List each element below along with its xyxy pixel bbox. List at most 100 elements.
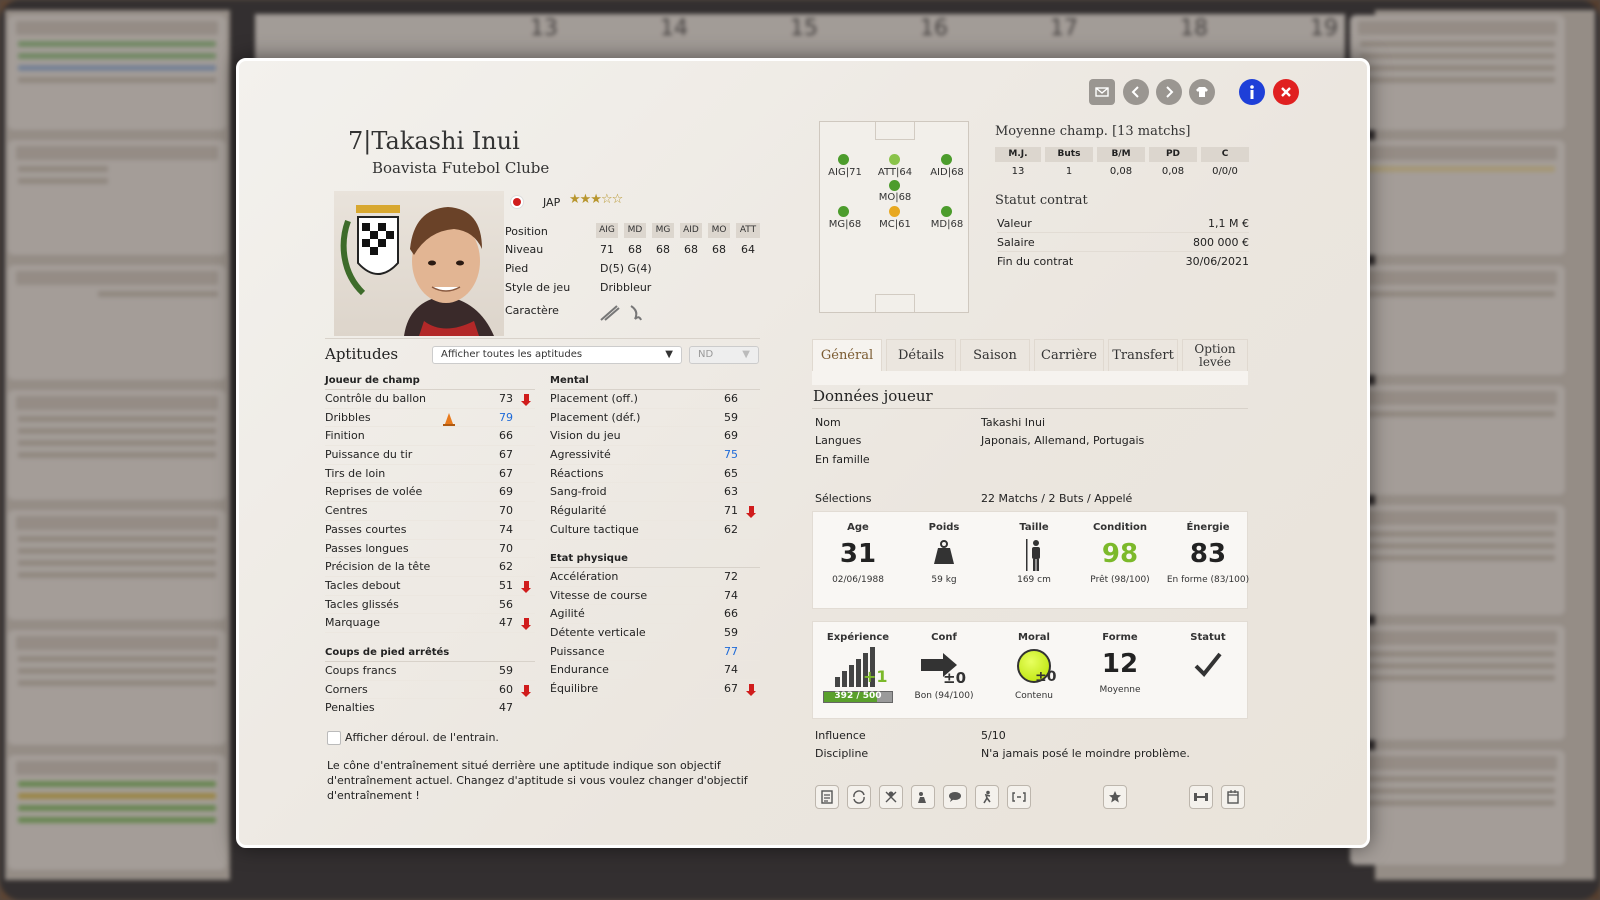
scout-button[interactable] — [975, 785, 999, 809]
attribute-row[interactable]: Endurance 74 — [550, 661, 760, 681]
close-button[interactable] — [1273, 79, 1299, 105]
position-label: MD|68 — [930, 219, 964, 230]
style-label: Style de jeu — [505, 281, 571, 294]
favorite-button[interactable] — [1103, 785, 1127, 809]
set-pieces-title: Coups de pied arrêtés — [325, 643, 535, 662]
form-text: Moyenne — [1099, 685, 1141, 695]
league-avg-value: 1 — [1065, 166, 1073, 177]
attribute-row[interactable]: Tacles glissés 56 — [325, 596, 535, 615]
attribute-value: 79 — [499, 410, 513, 424]
position-dot[interactable] — [889, 180, 900, 191]
player-number: 7| — [348, 127, 372, 155]
attribute-row[interactable]: Dribbles 79 — [325, 409, 535, 428]
attribute-row[interactable]: Corners 60 — [325, 681, 535, 700]
contract-key: Fin du contrat — [997, 255, 1074, 268]
contract-row: Salaire 800 000 € — [997, 234, 1249, 252]
info-button[interactable] — [1239, 79, 1265, 105]
form-value: 12 — [1101, 649, 1139, 679]
attribute-value: 75 — [724, 448, 738, 462]
training-button[interactable] — [911, 785, 935, 809]
position-dot[interactable] — [941, 154, 952, 165]
attribute-row[interactable]: Placement (déf.) 59 — [550, 409, 760, 428]
attribute-row[interactable]: Accélération 72 — [550, 568, 760, 587]
attribute-row[interactable]: Réactions 65 — [550, 465, 760, 484]
attribute-row[interactable]: Agressivité 75 — [550, 446, 760, 465]
position-dot[interactable] — [941, 206, 952, 217]
tab-career[interactable]: Carrière — [1034, 339, 1104, 371]
attribute-row[interactable]: Vision du jeu 69 — [550, 427, 760, 447]
aptitudes-filter-select[interactable]: Afficher toutes les aptitudes ▼ — [432, 346, 682, 364]
release-button[interactable] — [879, 785, 903, 809]
tab-general[interactable]: Général — [812, 339, 882, 371]
attribute-row[interactable]: Puissance du tir 67 — [325, 446, 535, 465]
contract-value: 30/06/2021 — [1185, 255, 1249, 268]
tab-details[interactable]: Détails — [886, 339, 956, 371]
attribute-row[interactable]: Précision de la tête 62 — [325, 558, 535, 577]
nd-value: ND — [698, 349, 714, 360]
name-key: Nom — [815, 416, 841, 429]
shirt-button[interactable] — [1189, 79, 1215, 105]
talk-button[interactable] — [943, 785, 967, 809]
calendar-button[interactable] — [1221, 785, 1245, 809]
training-progress-checkbox[interactable] — [327, 731, 341, 745]
position-dot[interactable] — [889, 206, 900, 217]
shirt-icon — [1196, 87, 1208, 97]
position-label: MC|61 — [879, 219, 911, 230]
position-dot[interactable] — [838, 154, 849, 165]
attribute-row[interactable]: Finition 66 — [325, 427, 535, 447]
attribute-value: 67 — [499, 448, 513, 462]
attribute-row[interactable]: Coups francs 59 — [325, 662, 535, 681]
attribute-value: 74 — [724, 588, 738, 602]
languages-key: Langues — [815, 434, 862, 447]
tab-season[interactable]: Saison — [960, 339, 1030, 371]
mail-button[interactable] — [1089, 79, 1115, 105]
attribute-row[interactable]: Tirs de loin 67 — [325, 465, 535, 484]
attribute-row[interactable]: Puissance 77 — [550, 643, 760, 662]
tab-option[interactable]: Option levée — [1182, 339, 1248, 371]
attribute-row[interactable]: Centres 70 — [325, 502, 535, 521]
attribute-row[interactable]: Marquage 47 — [325, 614, 535, 633]
attribute-row[interactable]: Détente verticale 59 — [550, 624, 760, 643]
fitness-button[interactable] — [1189, 785, 1213, 809]
attribute-row[interactable]: Sang-froid 63 — [550, 483, 760, 503]
attribute-value: 72 — [724, 570, 738, 583]
attribute-value: 66 — [724, 392, 738, 405]
attribute-row[interactable]: Penalties 47 — [325, 699, 535, 718]
attribute-name: Contrôle du ballon — [325, 392, 427, 405]
attribute-row[interactable]: Régularité 71 — [550, 502, 760, 521]
exchange-button[interactable] — [847, 785, 871, 809]
attribute-name: Agilité — [550, 607, 585, 621]
attribute-row[interactable]: Placement (off.) 66 — [550, 390, 760, 409]
attribute-row[interactable]: Contrôle du ballon 73 — [325, 390, 535, 409]
previous-button[interactable] — [1123, 79, 1149, 105]
dumbbell-icon — [1194, 793, 1208, 801]
attribute-row[interactable]: Culture tactique 62 — [550, 521, 760, 540]
attribute-row[interactable]: Passes courtes 74 — [325, 521, 535, 540]
next-button[interactable] — [1156, 79, 1182, 105]
outfield-attributes: Joueur de champ Contrôle du ballon 73 Dri… — [325, 371, 535, 633]
experience-bar: 392 / 500 — [823, 691, 893, 703]
attribute-name: Penalties — [325, 701, 375, 715]
attribute-value: 69 — [499, 485, 513, 499]
attribute-row[interactable]: Équilibre 67 — [550, 680, 760, 699]
position-label: MO|68 — [878, 192, 912, 203]
position-dot[interactable] — [838, 206, 849, 217]
attribute-row[interactable]: Passes longues 70 — [325, 540, 535, 559]
report-button[interactable] — [815, 785, 839, 809]
nd-select[interactable]: ND ▼ — [689, 346, 759, 364]
confidence-text: Bon (94/100) — [914, 691, 974, 701]
attribute-row[interactable]: Agilité 66 — [550, 605, 760, 625]
attribute-row[interactable]: Vitesse de course 74 — [550, 587, 760, 606]
tab-transfer[interactable]: Transfert — [1108, 339, 1178, 371]
compare-button[interactable] — [1007, 785, 1031, 809]
attribute-name: Reprises de volée — [325, 485, 423, 499]
level-mg: 68 — [656, 243, 670, 256]
attribute-row[interactable]: Reprises de volée 69 — [325, 483, 535, 503]
position-label: Position — [505, 225, 548, 238]
morale-label: Moral — [1018, 632, 1050, 643]
position-dot[interactable] — [889, 154, 900, 165]
foot-label: Pied — [505, 262, 529, 275]
attribute-value: 71 — [724, 504, 738, 518]
attribute-row[interactable]: Tacles debout 51 — [325, 577, 535, 596]
attribute-value: 70 — [499, 541, 513, 555]
